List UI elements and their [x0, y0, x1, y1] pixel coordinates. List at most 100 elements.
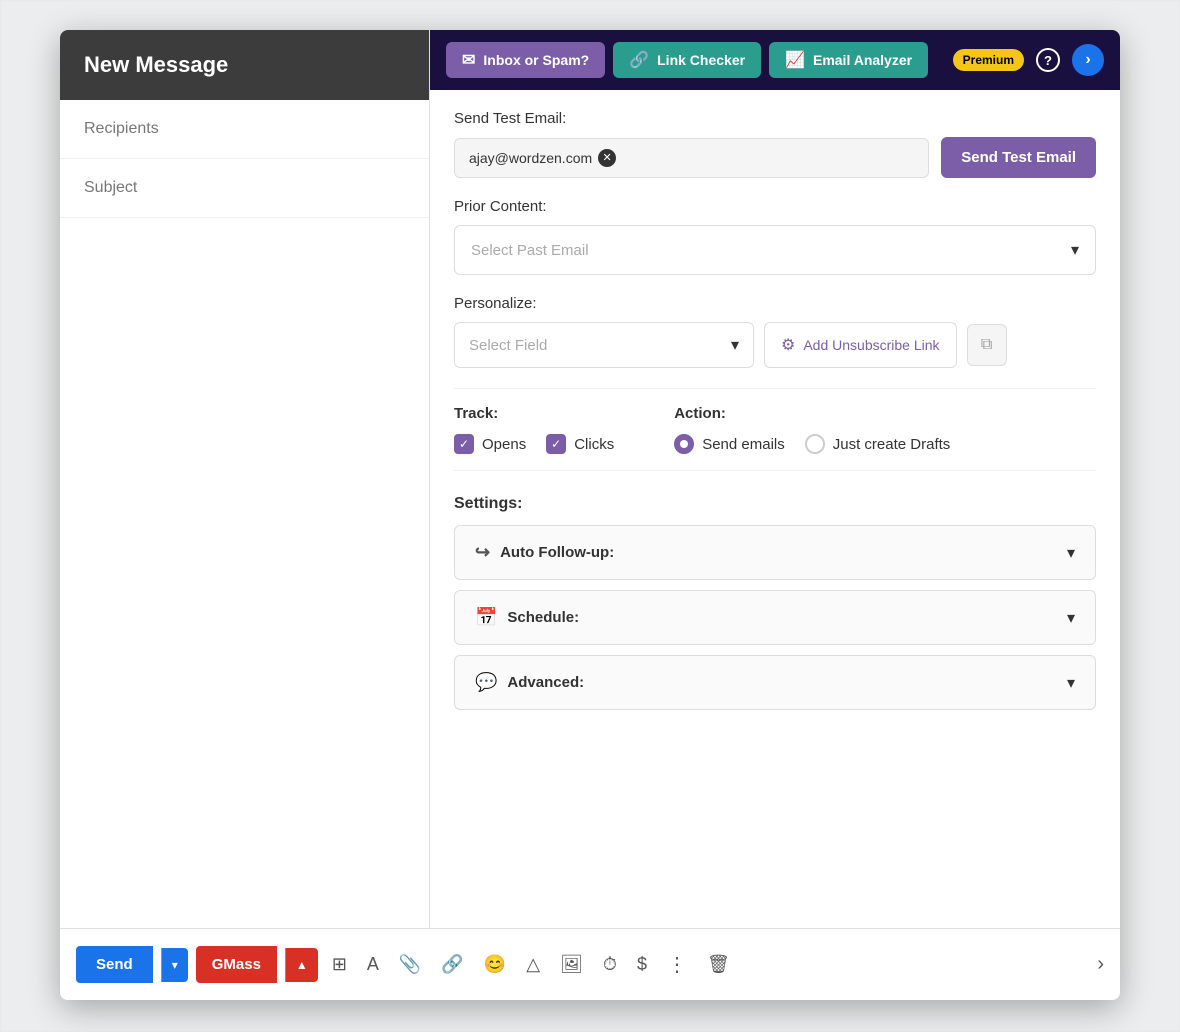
settings-auto-followup[interactable]: ↪ Auto Follow-up: ▾ — [454, 525, 1096, 580]
clicks-checkbox[interactable]: ✓ — [546, 434, 566, 454]
top-nav: ✉ Inbox or Spam? 🔗 Link Checker 📈 Email … — [430, 30, 1120, 90]
toolbar-link-icon[interactable]: 🔗 — [435, 948, 469, 981]
toolbar-drive-icon[interactable]: △ — [520, 948, 546, 981]
track-title: Track: — [454, 405, 614, 422]
radio-create-drafts[interactable]: Just create Drafts — [805, 434, 951, 454]
radio-row: Send emails Just create Drafts — [674, 434, 950, 454]
toolbar-next-icon[interactable]: › — [1097, 953, 1104, 976]
tab-email-analyzer[interactable]: 📈 Email Analyzer — [769, 42, 928, 78]
unsubscribe-icon: ⚙ — [781, 335, 795, 355]
sidebar-item-subject[interactable]: Subject — [60, 159, 429, 218]
email-value: ajay@wordzen.com — [469, 150, 592, 166]
checkbox-opens[interactable]: ✓ Opens — [454, 434, 526, 454]
inbox-icon: ✉ — [462, 50, 475, 70]
create-drafts-radio[interactable] — [805, 434, 825, 454]
sidebar-item-recipients[interactable]: Recipients — [60, 100, 429, 159]
followup-icon: ↪ — [475, 542, 490, 563]
toolbar-emoji-icon[interactable]: 😊 — [478, 948, 512, 981]
settings-advanced[interactable]: 💬 Advanced: ▾ — [454, 655, 1096, 710]
help-icon[interactable]: ? — [1036, 48, 1060, 72]
toolbar-format-icon[interactable]: A — [361, 948, 385, 981]
gmass-button[interactable]: GMass — [196, 946, 277, 983]
send-dropdown-button[interactable]: ▾ — [161, 948, 188, 982]
schedule-label: Schedule: — [507, 609, 579, 626]
recipients-label: Recipients — [84, 120, 159, 137]
radio-send-emails[interactable]: Send emails — [674, 434, 785, 454]
prior-content-placeholder: Select Past Email — [471, 242, 589, 259]
send-emails-radio[interactable] — [674, 434, 694, 454]
radio-inner — [680, 440, 688, 448]
toolbar-clock-icon[interactable]: ⏱ — [597, 948, 623, 981]
field-select-dropdown[interactable]: Select Field ▾ — [454, 322, 754, 368]
send-test-button[interactable]: Send Test Email — [941, 137, 1096, 178]
analyzer-icon: 📈 — [785, 50, 805, 70]
subject-label: Subject — [84, 179, 137, 196]
toolbar-photo-icon[interactable]: 🖼 — [554, 948, 589, 981]
settings-section: Settings: ↪ Auto Follow-up: ▾ 📅 Schedule… — [454, 495, 1096, 710]
new-message-title: New Message — [84, 52, 228, 77]
main-panel: ✉ Inbox or Spam? 🔗 Link Checker 📈 Email … — [430, 30, 1120, 928]
toolbar-dollar-icon[interactable]: $ — [631, 948, 653, 981]
gmass-chevron-button[interactable]: ▲ — [285, 948, 318, 982]
sidebar-header: New Message — [60, 30, 429, 100]
bottom-toolbar: Send ▾ GMass ▲ ⊞ A 📎 🔗 😊 △ 🖼 ⏱ $ ⋮ 🗑 › — [60, 928, 1120, 1000]
track-section: Track: ✓ Opens ✓ Clicks — [454, 405, 614, 454]
settings-schedule-left: 📅 Schedule: — [475, 607, 579, 628]
prior-content-section: Prior Content: Select Past Email ▾ — [454, 198, 1096, 275]
main-overlay: New Message Recipients Subject ✉ Inbox o… — [60, 30, 1120, 1000]
email-chip-close[interactable]: ✕ — [598, 149, 616, 167]
settings-title: Settings: — [454, 495, 1096, 513]
schedule-icon: 📅 — [475, 607, 497, 628]
track-action-row: Track: ✓ Opens ✓ Clicks Action: — [454, 388, 1096, 471]
auto-followup-chevron: ▾ — [1067, 543, 1075, 563]
settings-auto-followup-left: ↪ Auto Follow-up: — [475, 542, 614, 563]
tab-inbox-spam-label: Inbox or Spam? — [483, 52, 589, 68]
unsubscribe-button[interactable]: ⚙ Add Unsubscribe Link — [764, 322, 957, 368]
send-test-row: ajay@wordzen.com ✕ Send Test Email — [454, 137, 1096, 178]
opens-label: Opens — [482, 436, 526, 453]
toolbar-grid-icon[interactable]: ⊞ — [326, 948, 353, 981]
send-button[interactable]: Send — [76, 946, 153, 983]
field-placeholder: Select Field — [469, 337, 547, 354]
opens-checkbox[interactable]: ✓ — [454, 434, 474, 454]
tab-email-analyzer-label: Email Analyzer — [813, 52, 912, 68]
action-title: Action: — [674, 405, 950, 422]
email-chip: ajay@wordzen.com ✕ — [469, 149, 616, 167]
prior-content-dropdown[interactable]: Select Past Email ▾ — [454, 225, 1096, 275]
checkbox-row: ✓ Opens ✓ Clicks — [454, 434, 614, 454]
schedule-chevron: ▾ — [1067, 608, 1075, 628]
send-emails-label: Send emails — [702, 436, 785, 453]
settings-schedule[interactable]: 📅 Schedule: ▾ — [454, 590, 1096, 645]
tab-link-checker[interactable]: 🔗 Link Checker — [613, 42, 761, 78]
email-input-container[interactable]: ajay@wordzen.com ✕ — [454, 138, 929, 178]
copy-button[interactable]: ⧉ — [967, 324, 1007, 366]
action-section: Action: Send emails Just create Drafts — [674, 405, 950, 454]
advanced-chevron: ▾ — [1067, 673, 1075, 693]
toolbar-attachment-icon[interactable]: 📎 — [393, 948, 427, 981]
content-area: Send Test Email: ajay@wordzen.com ✕ Send… — [430, 90, 1120, 740]
sidebar: New Message Recipients Subject — [60, 30, 430, 1000]
personalize-section: Personalize: Select Field ▾ ⚙ Add Unsubs… — [454, 295, 1096, 368]
personalize-label: Personalize: — [454, 295, 1096, 312]
prior-content-label: Prior Content: — [454, 198, 1096, 215]
premium-badge: Premium — [953, 49, 1024, 71]
field-chevron: ▾ — [731, 335, 739, 355]
tab-link-checker-label: Link Checker — [657, 52, 745, 68]
copy-icon: ⧉ — [981, 336, 992, 354]
nav-tabs-row: ✉ Inbox or Spam? 🔗 Link Checker 📈 Email … — [446, 42, 945, 78]
personalize-inputs: Select Field ▾ ⚙ Add Unsubscribe Link ⧉ — [454, 322, 1096, 368]
settings-advanced-left: 💬 Advanced: — [475, 672, 584, 693]
advanced-label: Advanced: — [507, 674, 584, 691]
user-avatar: › — [1072, 44, 1104, 76]
create-drafts-label: Just create Drafts — [833, 436, 951, 453]
prior-content-chevron: ▾ — [1071, 240, 1079, 260]
checkbox-clicks[interactable]: ✓ Clicks — [546, 434, 614, 454]
tab-inbox-spam[interactable]: ✉ Inbox or Spam? — [446, 42, 605, 78]
link-icon: 🔗 — [629, 50, 649, 70]
auto-followup-label: Auto Follow-up: — [500, 544, 614, 561]
clicks-label: Clicks — [574, 436, 614, 453]
advanced-icon: 💬 — [475, 672, 497, 693]
toolbar-more-icon[interactable]: ⋮ — [661, 946, 693, 983]
toolbar-delete-icon[interactable]: 🗑 — [701, 948, 736, 981]
send-test-label: Send Test Email: — [454, 110, 1096, 127]
